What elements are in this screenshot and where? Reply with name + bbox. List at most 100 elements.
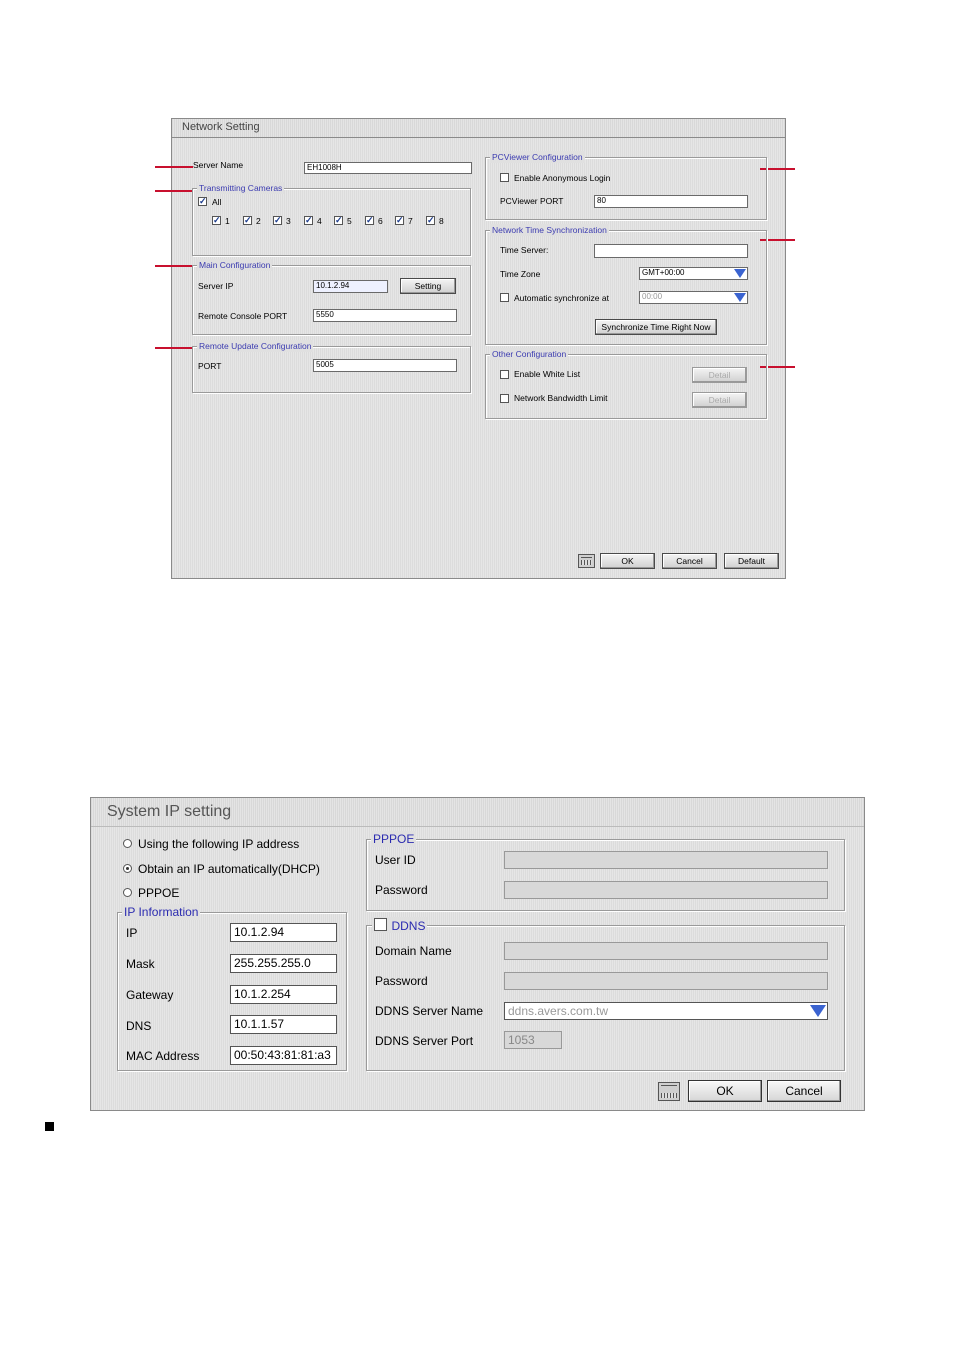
pcviewer-configuration-legend: PCViewer Configuration xyxy=(490,151,585,163)
window-title-bar: System IP setting xyxy=(91,798,864,827)
mask-input[interactable]: 255.255.255.0 xyxy=(230,954,337,973)
radio-pppoe[interactable] xyxy=(123,888,132,897)
camera-label: 5 xyxy=(347,216,352,226)
setting-button[interactable]: Setting xyxy=(400,278,456,294)
callout-line xyxy=(155,190,193,192)
bandwidth-limit-label: Network Bandwidth Limit xyxy=(514,393,608,403)
anonymous-login-checkbox[interactable] xyxy=(500,173,509,182)
server-name-input[interactable]: EH1008H xyxy=(304,162,472,174)
time-zone-select[interactable]: GMT+00:00 xyxy=(639,267,748,280)
chevron-down-icon[interactable] xyxy=(734,293,746,302)
ok-button[interactable]: OK xyxy=(688,1080,762,1102)
chevron-down-icon[interactable] xyxy=(734,269,746,278)
camera-label: 7 xyxy=(408,216,413,226)
keyboard-icon[interactable] xyxy=(658,1082,680,1101)
server-name-label: Server Name xyxy=(193,160,244,170)
camera-5-checkbox[interactable] xyxy=(334,216,343,225)
camera-label: 1 xyxy=(225,216,230,226)
ddns-server-name-value: ddns.avers.com.tw xyxy=(508,1004,609,1018)
camera-label: 8 xyxy=(439,216,444,226)
ddns-password-label: Password xyxy=(375,974,428,988)
pppoe-user-id-input[interactable] xyxy=(504,851,828,869)
network-time-sync-legend: Network Time Synchronization xyxy=(490,224,609,236)
dns-input[interactable]: 10.1.1.57 xyxy=(230,1015,337,1034)
gateway-input[interactable]: 10.1.2.254 xyxy=(230,985,337,1004)
mac-address-input[interactable]: 00:50:43:81:81:a3 xyxy=(230,1046,337,1065)
anonymous-login-label: Enable Anonymous Login xyxy=(514,173,611,183)
camera-label: 2 xyxy=(256,216,261,226)
bandwidth-detail-button[interactable]: Detail xyxy=(692,392,747,408)
remote-console-port-label: Remote Console PORT xyxy=(198,311,288,321)
mask-label: Mask xyxy=(126,957,155,971)
remote-update-port-input[interactable]: 5005 xyxy=(313,359,457,372)
pcviewer-port-label: PCViewer PORT xyxy=(500,196,564,206)
remote-update-legend: Remote Update Configuration xyxy=(197,340,314,352)
camera-label: 6 xyxy=(378,216,383,226)
radio-dhcp-label: Obtain an IP automatically(DHCP) xyxy=(138,862,320,876)
window-title: System IP setting xyxy=(107,803,232,820)
main-configuration-legend: Main Configuration xyxy=(197,259,273,271)
cancel-button[interactable]: Cancel xyxy=(767,1080,841,1102)
auto-sync-checkbox[interactable] xyxy=(500,293,509,302)
ip-label: IP xyxy=(126,926,138,940)
remote-update-port-label: PORT xyxy=(198,361,222,371)
ok-button[interactable]: OK xyxy=(600,553,655,569)
keyboard-icon[interactable] xyxy=(578,554,595,568)
default-button[interactable]: Default xyxy=(724,553,779,569)
camera-8-checkbox[interactable] xyxy=(426,216,435,225)
callout-line xyxy=(155,265,193,267)
white-list-detail-button[interactable]: Detail xyxy=(692,367,747,383)
camera-label: 4 xyxy=(317,216,322,226)
bullet-square xyxy=(45,1122,54,1131)
camera-1-checkbox[interactable] xyxy=(212,216,221,225)
transmitting-cameras-legend: Transmitting Cameras xyxy=(197,182,285,194)
cancel-button[interactable]: Cancel xyxy=(662,553,717,569)
bandwidth-limit-checkbox[interactable] xyxy=(500,394,509,403)
time-zone-value: GMT+00:00 xyxy=(642,268,685,277)
pppoe-group: PPPOE xyxy=(366,831,845,911)
remote-console-port-input[interactable]: 5550 xyxy=(313,309,457,322)
gateway-label: Gateway xyxy=(126,988,174,1002)
callout-line xyxy=(155,166,193,168)
chevron-down-icon[interactable] xyxy=(810,1005,826,1017)
auto-sync-time-select[interactable]: 00:00 xyxy=(639,291,748,304)
pppoe-password-input[interactable] xyxy=(504,881,828,899)
server-ip-input[interactable]: 10.1.2.94 xyxy=(313,280,388,293)
ip-input[interactable]: 10.1.2.94 xyxy=(230,923,337,942)
radio-pppoe-label: PPPOE xyxy=(138,886,180,900)
ddns-server-name-select[interactable]: ddns.avers.com.tw xyxy=(504,1002,828,1020)
camera-2-checkbox[interactable] xyxy=(243,216,252,225)
ddns-checkbox[interactable] xyxy=(374,918,387,932)
mac-address-label: MAC Address xyxy=(126,1049,200,1063)
camera-all-checkbox[interactable] xyxy=(198,197,207,206)
radio-dhcp[interactable] xyxy=(123,864,132,873)
camera-3-checkbox[interactable] xyxy=(273,216,282,225)
pppoe-user-id-label: User ID xyxy=(375,853,416,867)
server-ip-label: Server IP xyxy=(198,281,234,291)
other-configuration-group: Other Configuration xyxy=(485,348,767,419)
auto-sync-label: Automatic synchronize at xyxy=(514,293,609,303)
camera-4-checkbox[interactable] xyxy=(304,216,313,225)
dns-label: DNS xyxy=(126,1019,152,1033)
ip-information-legend: IP Information xyxy=(122,904,201,920)
camera-7-checkbox[interactable] xyxy=(395,216,404,225)
sync-time-now-button[interactable]: Synchronize Time Right Now xyxy=(595,319,717,335)
ddns-domain-label: Domain Name xyxy=(375,944,452,958)
radio-static-ip-label: Using the following IP address xyxy=(138,837,300,851)
main-configuration-group: Main Configuration xyxy=(192,259,471,335)
ddns-password-input[interactable] xyxy=(504,972,828,990)
callout-line xyxy=(155,347,193,349)
camera-6-checkbox[interactable] xyxy=(365,216,374,225)
camera-label: 3 xyxy=(286,216,291,226)
ddns-server-port-input[interactable]: 1053 xyxy=(504,1031,562,1049)
ddns-domain-input[interactable] xyxy=(504,942,828,960)
auto-sync-time-value: 00:00 xyxy=(642,292,663,301)
pcviewer-port-input[interactable]: 80 xyxy=(594,195,748,208)
other-configuration-legend: Other Configuration xyxy=(490,348,569,360)
radio-static-ip[interactable] xyxy=(123,839,132,848)
time-zone-label: Time Zone xyxy=(500,269,541,279)
pcviewer-configuration-group: PCViewer Configuration xyxy=(485,151,767,220)
time-server-input[interactable] xyxy=(594,244,748,258)
ddns-server-name-label: DDNS Server Name xyxy=(375,1004,484,1018)
white-list-checkbox[interactable] xyxy=(500,370,509,379)
